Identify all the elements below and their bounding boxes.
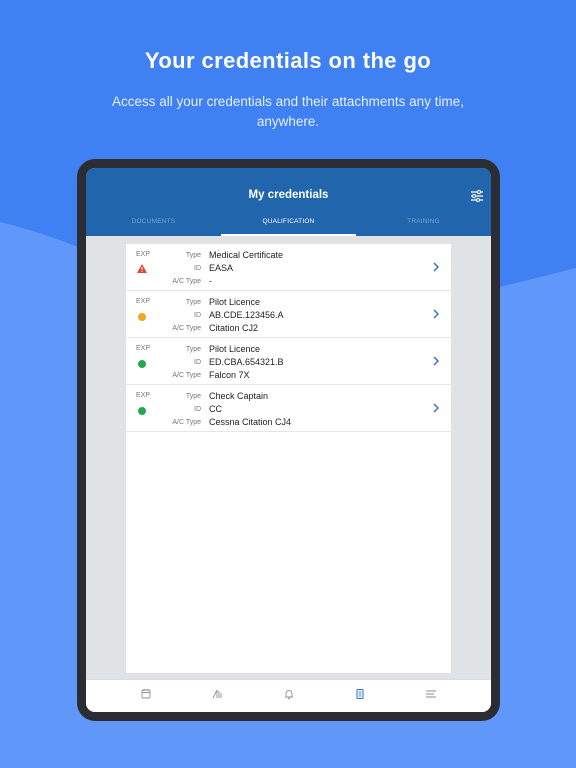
exp-label: EXP (136, 392, 151, 399)
credential-id: CC (209, 404, 222, 414)
tab-bar: DOCUMENTS QUALIFICATION TRAINING (86, 218, 491, 236)
bell-icon (285, 690, 293, 700)
id-label: ID (194, 359, 201, 366)
ac-type-label: A/C Type (172, 278, 201, 285)
id-label: ID (194, 312, 201, 319)
credential-id: ED.CBA.654321.B (209, 357, 284, 367)
tab-documents[interactable]: DOCUMENTS (86, 218, 221, 236)
exp-label: EXP (136, 345, 151, 352)
type-label: Type (185, 393, 201, 400)
credential-type: Check Captain (209, 391, 269, 401)
menu-icon (426, 690, 436, 698)
credential-row[interactable]: EXP Type Pilot Licence ID AB.CDE.123456.… (126, 291, 451, 338)
credential-row[interactable]: EXP Type Medical Certificate ID EASA A/C… (126, 244, 451, 291)
promo-headline: Your credentials on the go (144, 48, 432, 73)
app-screen: My credentials DOCUMENTS QUALIFICATION T… (86, 168, 491, 712)
credential-ac-type: - (209, 276, 212, 286)
credential-row[interactable]: EXP Type Check Captain ID CC A/C Type Ce… (126, 385, 451, 432)
nav-credentials[interactable] (353, 687, 367, 701)
credential-id: AB.CDE.123456.A (209, 310, 284, 320)
nav-notifications[interactable] (282, 687, 296, 701)
tab-training[interactable]: TRAINING (356, 218, 491, 236)
credential-row[interactable]: EXP Type Pilot Licence ID ED.CBA.654321.… (126, 338, 451, 385)
chevron-right-icon (433, 403, 439, 413)
status-dot-icon (138, 407, 146, 415)
tablet-frame: My credentials DOCUMENTS QUALIFICATION T… (77, 159, 500, 721)
chevron-right-icon (433, 309, 439, 319)
chevron-right-icon (433, 356, 439, 366)
tab-qualification[interactable]: QUALIFICATION (221, 218, 356, 236)
credential-type: Pilot Licence (209, 297, 261, 307)
calendar-icon (141, 689, 151, 699)
app-header: My credentials DOCUMENTS QUALIFICATION T… (86, 168, 491, 236)
exp-label: EXP (136, 251, 151, 258)
nav-flight-log[interactable] (210, 687, 224, 701)
chevron-right-icon (433, 262, 439, 272)
type-label: Type (185, 299, 201, 306)
ac-type-label: A/C Type (172, 372, 201, 379)
warning-triangle-icon (137, 264, 147, 273)
flight-log-icon (212, 689, 222, 699)
credential-id: EASA (209, 263, 234, 273)
status-dot-icon (138, 360, 146, 368)
nav-menu[interactable] (424, 687, 438, 701)
credential-ac-type: Falcon 7X (209, 370, 250, 380)
promo-subline: Access all your credentials and their at… (112, 94, 464, 129)
credential-ac-type: Citation CJ2 (209, 323, 259, 333)
credential-type: Medical Certificate (209, 250, 284, 260)
screen-title: My credentials (248, 189, 329, 201)
bottom-nav (86, 679, 491, 712)
credentials-list: EXP Type Medical Certificate ID EASA A/C… (126, 244, 451, 673)
sliders-icon (471, 189, 483, 203)
filter-button[interactable] (469, 188, 485, 204)
exp-label: EXP (136, 298, 151, 305)
id-label: ID (194, 406, 201, 413)
ac-type-label: A/C Type (172, 325, 201, 332)
type-label: Type (185, 346, 201, 353)
type-label: Type (185, 252, 201, 259)
credential-type: Pilot Licence (209, 344, 261, 354)
id-label: ID (194, 265, 201, 272)
credentials-icon (356, 689, 364, 699)
credential-ac-type: Cessna Citation CJ4 (209, 417, 292, 427)
status-dot-icon (138, 313, 146, 321)
nav-calendar[interactable] (139, 687, 153, 701)
ac-type-label: A/C Type (172, 419, 201, 426)
